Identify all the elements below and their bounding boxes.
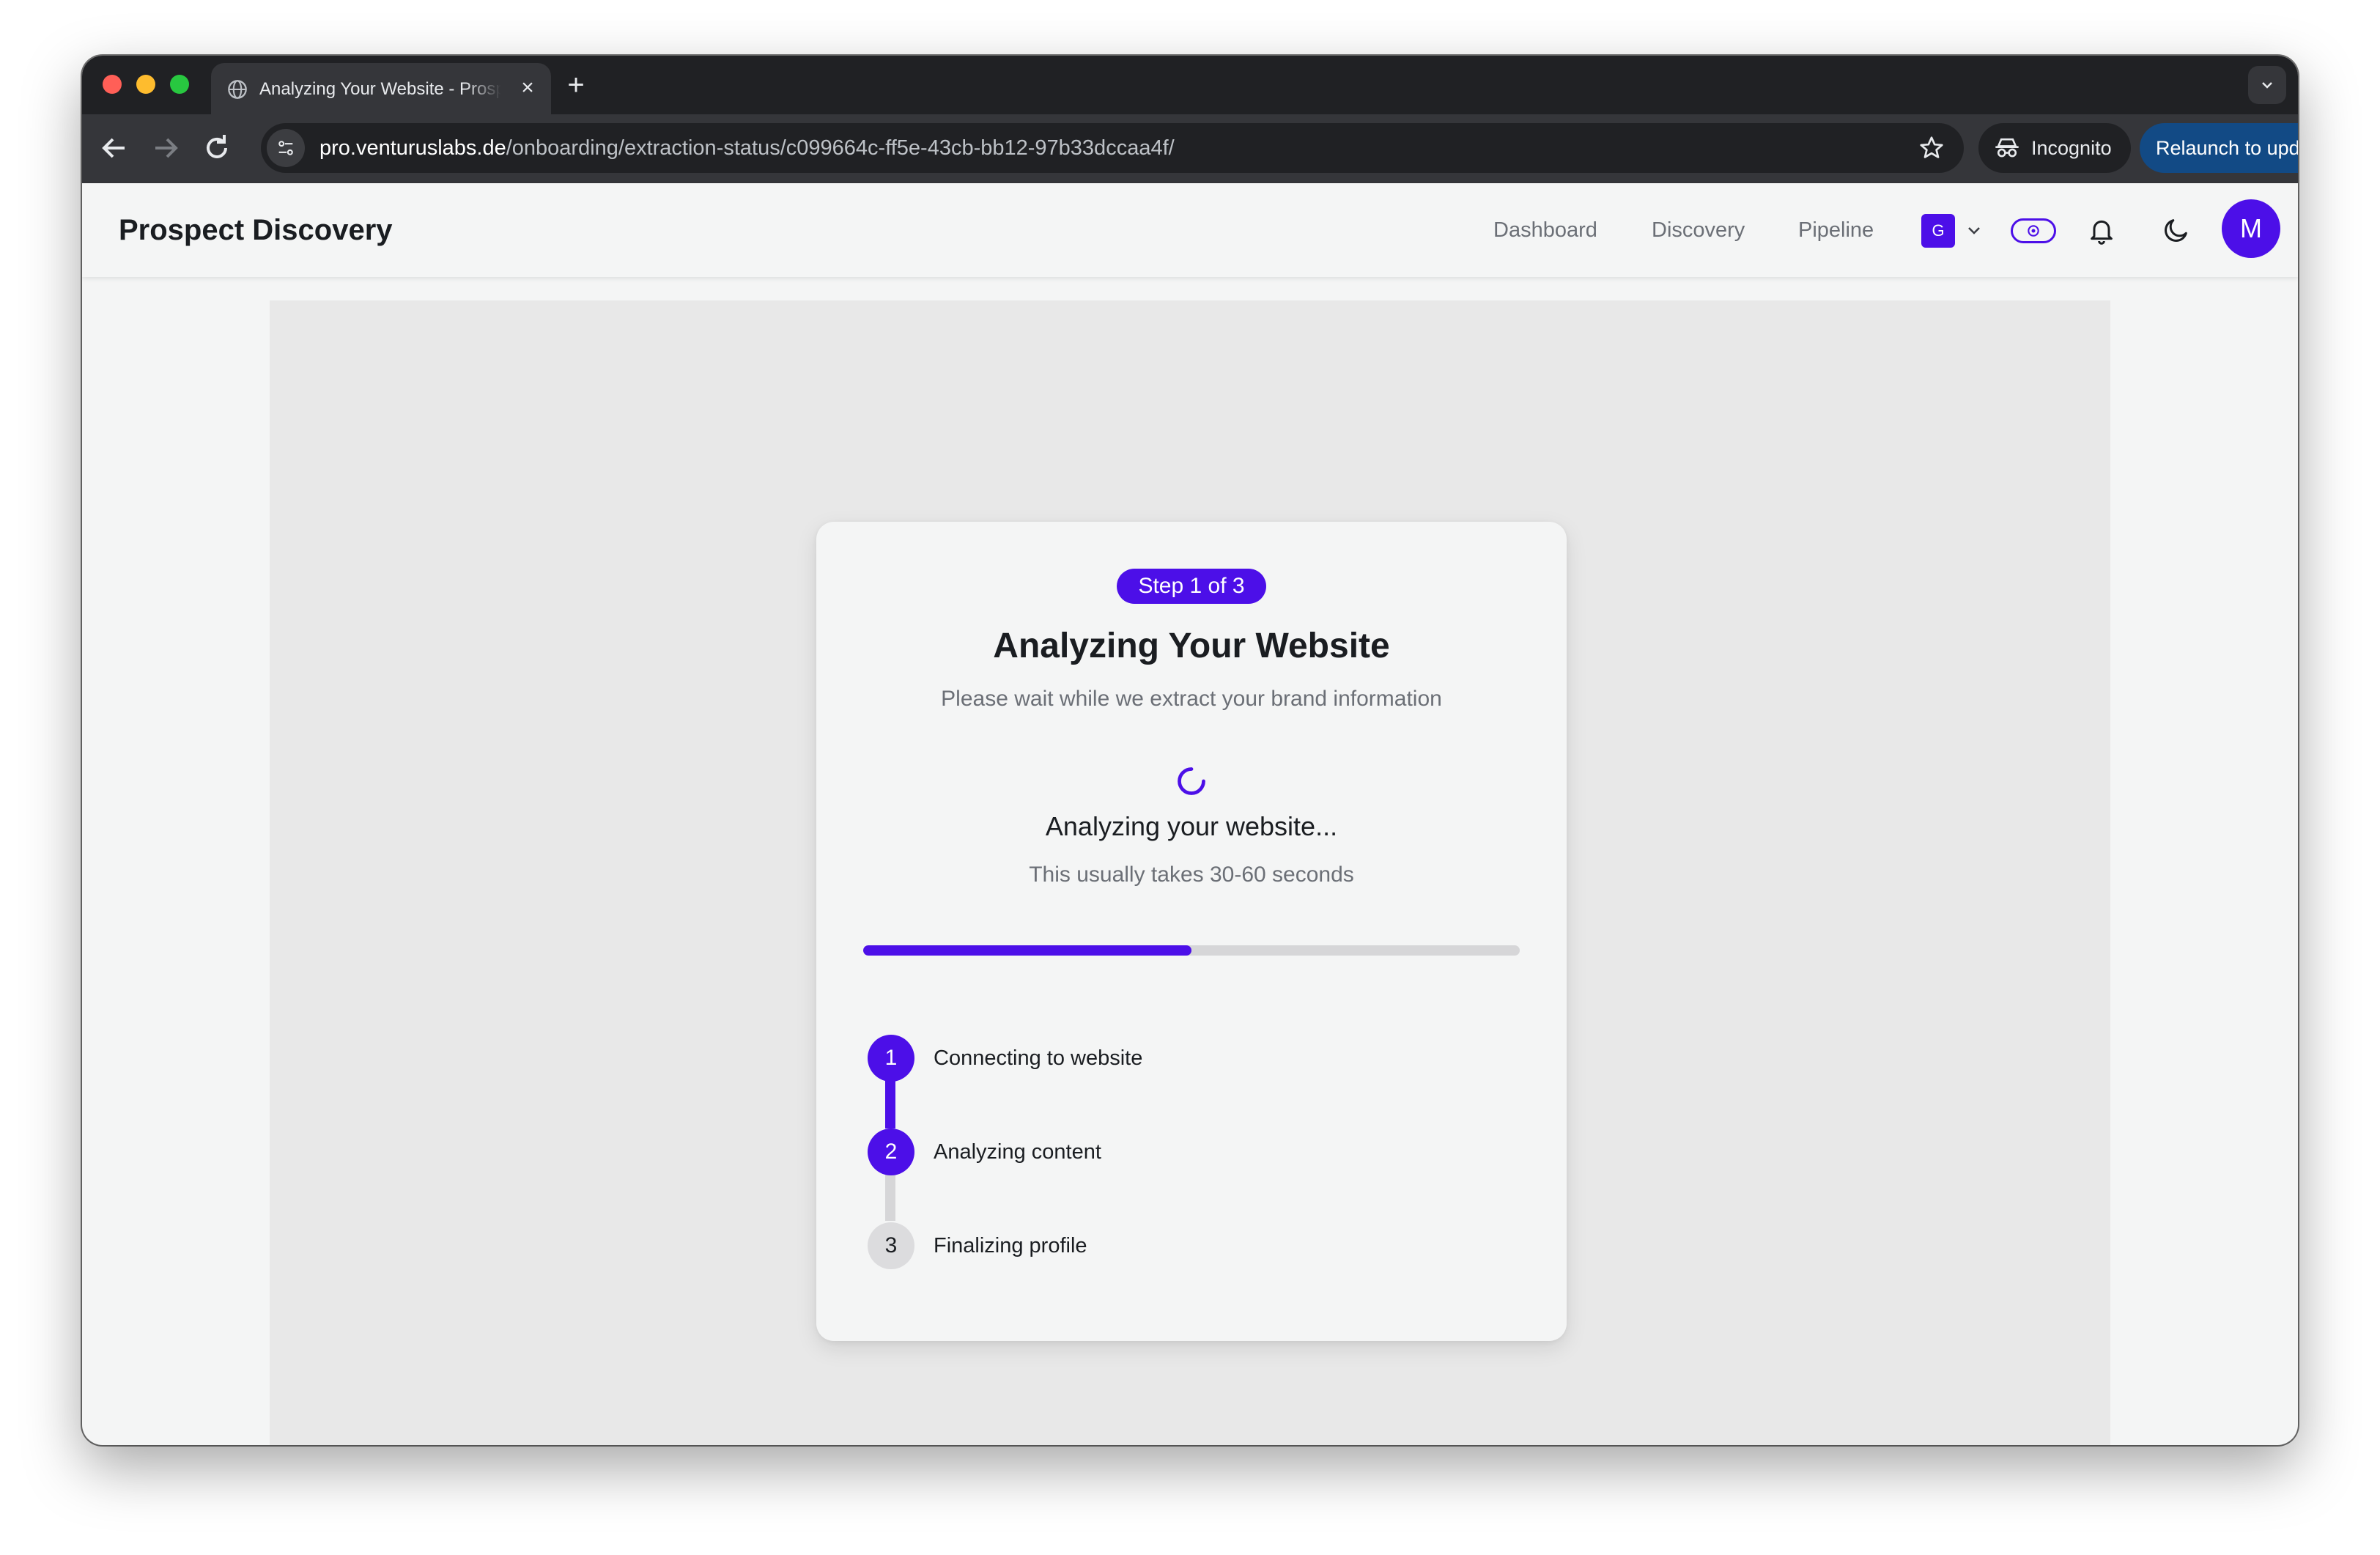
page-title: Analyzing Your Website <box>993 627 1390 665</box>
onboarding-card: Step 1 of 3 Analyzing Your Website Pleas… <box>816 522 1567 1341</box>
step-3-number: 3 <box>868 1222 914 1269</box>
plus-icon[interactable]: + <box>560 69 592 101</box>
chevron-down-icon <box>2262 82 2272 89</box>
relaunch-label: Relaunch to update <box>2156 137 2298 159</box>
brand-title[interactable]: Prospect Discovery <box>119 213 393 248</box>
nav-pipeline[interactable]: Pipeline <box>1798 217 1874 243</box>
page-subtitle: Please wait while we extract your brand … <box>941 687 1442 711</box>
app-header: Prospect Discovery Dashboard Discovery P… <box>82 183 2298 277</box>
status-subtitle: This usually takes 30-60 seconds <box>1029 863 1354 887</box>
progress-bar <box>863 945 1520 956</box>
step-2-label: Analyzing content <box>934 1140 1101 1164</box>
nav-dashboard[interactable]: Dashboard <box>1493 217 1597 243</box>
nav-discovery[interactable]: Discovery <box>1652 217 1745 243</box>
close-icon[interactable]: × <box>516 76 539 100</box>
browser-window: Analyzing Your Website - Prospect Discov… <box>82 56 2298 1445</box>
step-indicator-badge: Step 1 of 3 <box>1117 569 1266 604</box>
workspace-switcher-badge[interactable]: G <box>1921 214 1955 248</box>
moon-icon[interactable] <box>2162 215 2191 245</box>
status-title: Analyzing your website... <box>1045 811 1338 841</box>
step-1-number: 1 <box>868 1035 914 1082</box>
back-arrow-icon[interactable] <box>97 130 132 166</box>
browser-tab-active[interactable]: Analyzing Your Website - Prospect Discov… <box>211 63 551 114</box>
forward-arrow-icon[interactable] <box>148 130 183 166</box>
star-icon[interactable] <box>1918 135 1945 161</box>
address-bar[interactable]: pro.venturuslabs.de/onboarding/extractio… <box>261 123 1964 173</box>
incognito-label: Incognito <box>2031 137 2112 159</box>
step-1-label: Connecting to website <box>934 1046 1143 1070</box>
minimize-window-button[interactable] <box>136 75 155 94</box>
incognito-indicator[interactable]: Incognito <box>1978 123 2131 173</box>
tab-search-button[interactable] <box>2248 66 2286 104</box>
tab-strip: Analyzing Your Website - Prospect Discov… <box>82 56 2298 114</box>
maximize-window-button[interactable] <box>170 75 189 94</box>
step-2-number: 2 <box>868 1129 914 1175</box>
url-path: /onboarding/extraction-status/c099664c-f… <box>506 136 1175 160</box>
eye-toggle-icon[interactable] <box>2011 218 2056 243</box>
incognito-icon <box>1995 138 2019 158</box>
chevron-down-icon[interactable] <box>1965 221 1983 239</box>
url-text: pro.venturuslabs.de/onboarding/extractio… <box>319 135 1175 161</box>
close-window-button[interactable] <box>103 75 122 94</box>
site-settings-icon[interactable] <box>267 129 305 167</box>
step-3-label: Finalizing profile <box>934 1234 1087 1257</box>
tab-title: Analyzing Your Website - Prospect Discov… <box>259 79 501 99</box>
avatar[interactable]: M <box>2222 199 2280 258</box>
progress-bar-fill <box>863 945 1191 956</box>
bell-icon[interactable] <box>2087 215 2116 245</box>
url-host: pro.venturuslabs.de <box>319 136 506 160</box>
browser-toolbar: pro.venturuslabs.de/onboarding/extractio… <box>82 114 2298 183</box>
globe-icon <box>228 80 247 99</box>
relaunch-to-update-button[interactable]: Relaunch to update <box>2140 123 2298 173</box>
reload-icon[interactable] <box>199 130 234 166</box>
loading-spinner-icon <box>1178 767 1205 795</box>
